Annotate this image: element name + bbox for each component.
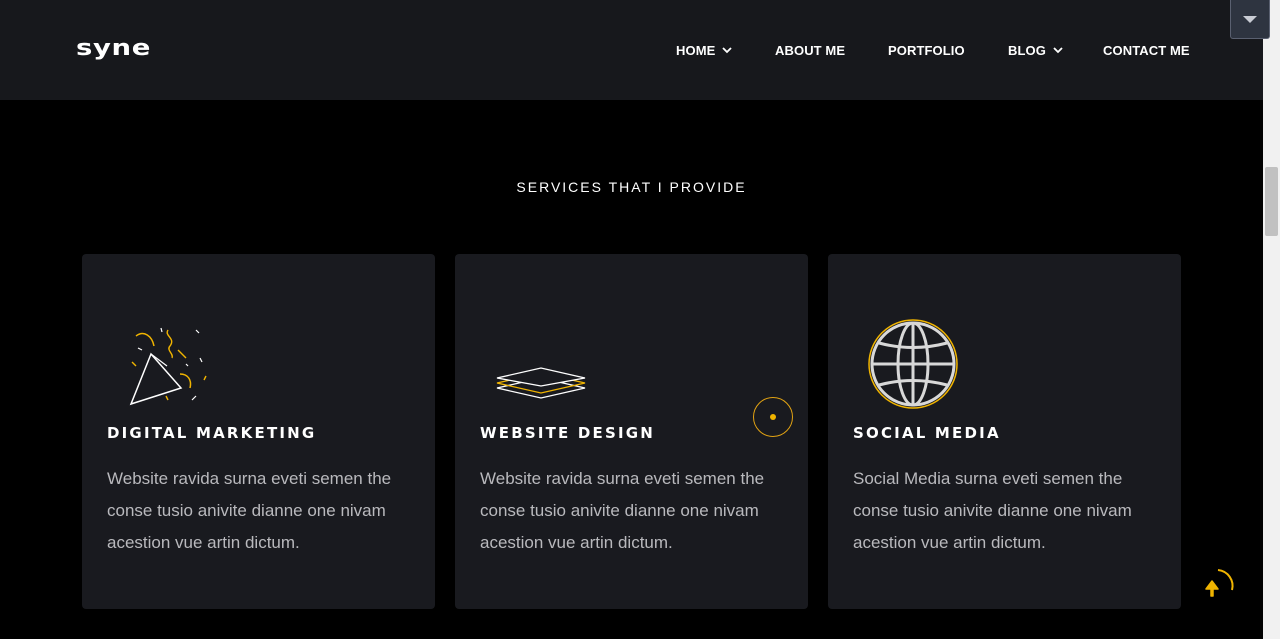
cursor-dot xyxy=(770,414,776,420)
card-description: Website ravida surna eveti semen the con… xyxy=(107,469,392,552)
chevron-down-icon xyxy=(722,47,733,54)
chevron-down-icon xyxy=(1053,47,1063,54)
caret-down-icon xyxy=(1243,16,1257,23)
section-subtitle: SERVICES THAT I PROVIDE xyxy=(516,179,747,195)
card-description: Website ravida surna eveti semen the con… xyxy=(480,469,765,552)
nav-blog-label: BLOG xyxy=(1008,42,1046,58)
page-scrollbar[interactable] xyxy=(1263,0,1280,639)
nav-home-label: HOME xyxy=(676,42,716,58)
arrow-up-icon xyxy=(1205,580,1219,597)
card-title: DIGITAL MARKETING xyxy=(107,424,317,442)
section-title-text: SERVICES xyxy=(424,108,839,162)
nav-contact-label: CONTACT ME xyxy=(1103,42,1190,58)
nav-about-label: ABOUT ME xyxy=(775,42,846,58)
card-title: WEBSITE DESIGN xyxy=(480,424,656,442)
service-card-digital-marketing[interactable]: DIGITAL MARKETING Website ravida surna e… xyxy=(82,254,435,609)
nav-item-contact[interactable]: CONTACT ME xyxy=(1103,40,1190,60)
scrollbar-thumb[interactable] xyxy=(1265,167,1278,236)
nav-item-about[interactable]: ABOUT ME xyxy=(775,40,845,60)
nav-item-blog[interactable]: BLOG xyxy=(1008,40,1063,60)
card-description: Social Media surna eveti semen the conse… xyxy=(853,469,1132,552)
nav-item-home[interactable]: HOME xyxy=(676,40,733,60)
scroll-to-top-button[interactable] xyxy=(1196,566,1236,606)
nav-item-portfolio[interactable]: PORTFOLIO xyxy=(888,40,965,60)
site-header: syne HOME ABOUT ME PORTFOLIO BLOG CONTAC… xyxy=(0,0,1263,100)
layers-icon xyxy=(496,367,586,399)
globe-icon xyxy=(868,319,958,409)
service-card-social-media[interactable]: SOCIAL MEDIA Social Media surna eveti se… xyxy=(828,254,1181,609)
nav-portfolio-label: PORTFOLIO xyxy=(888,42,965,58)
card-title: SOCIAL MEDIA xyxy=(853,424,1001,442)
service-card-website-design[interactable]: WEBSITE DESIGN Website ravida surna evet… xyxy=(455,254,808,609)
party-popper-icon xyxy=(129,327,207,406)
panel-toggle-button[interactable] xyxy=(1230,0,1270,39)
main-nav: HOME ABOUT ME PORTFOLIO BLOG CONTACT ME xyxy=(0,40,1263,60)
section-title: SERVICES xyxy=(0,108,1263,162)
